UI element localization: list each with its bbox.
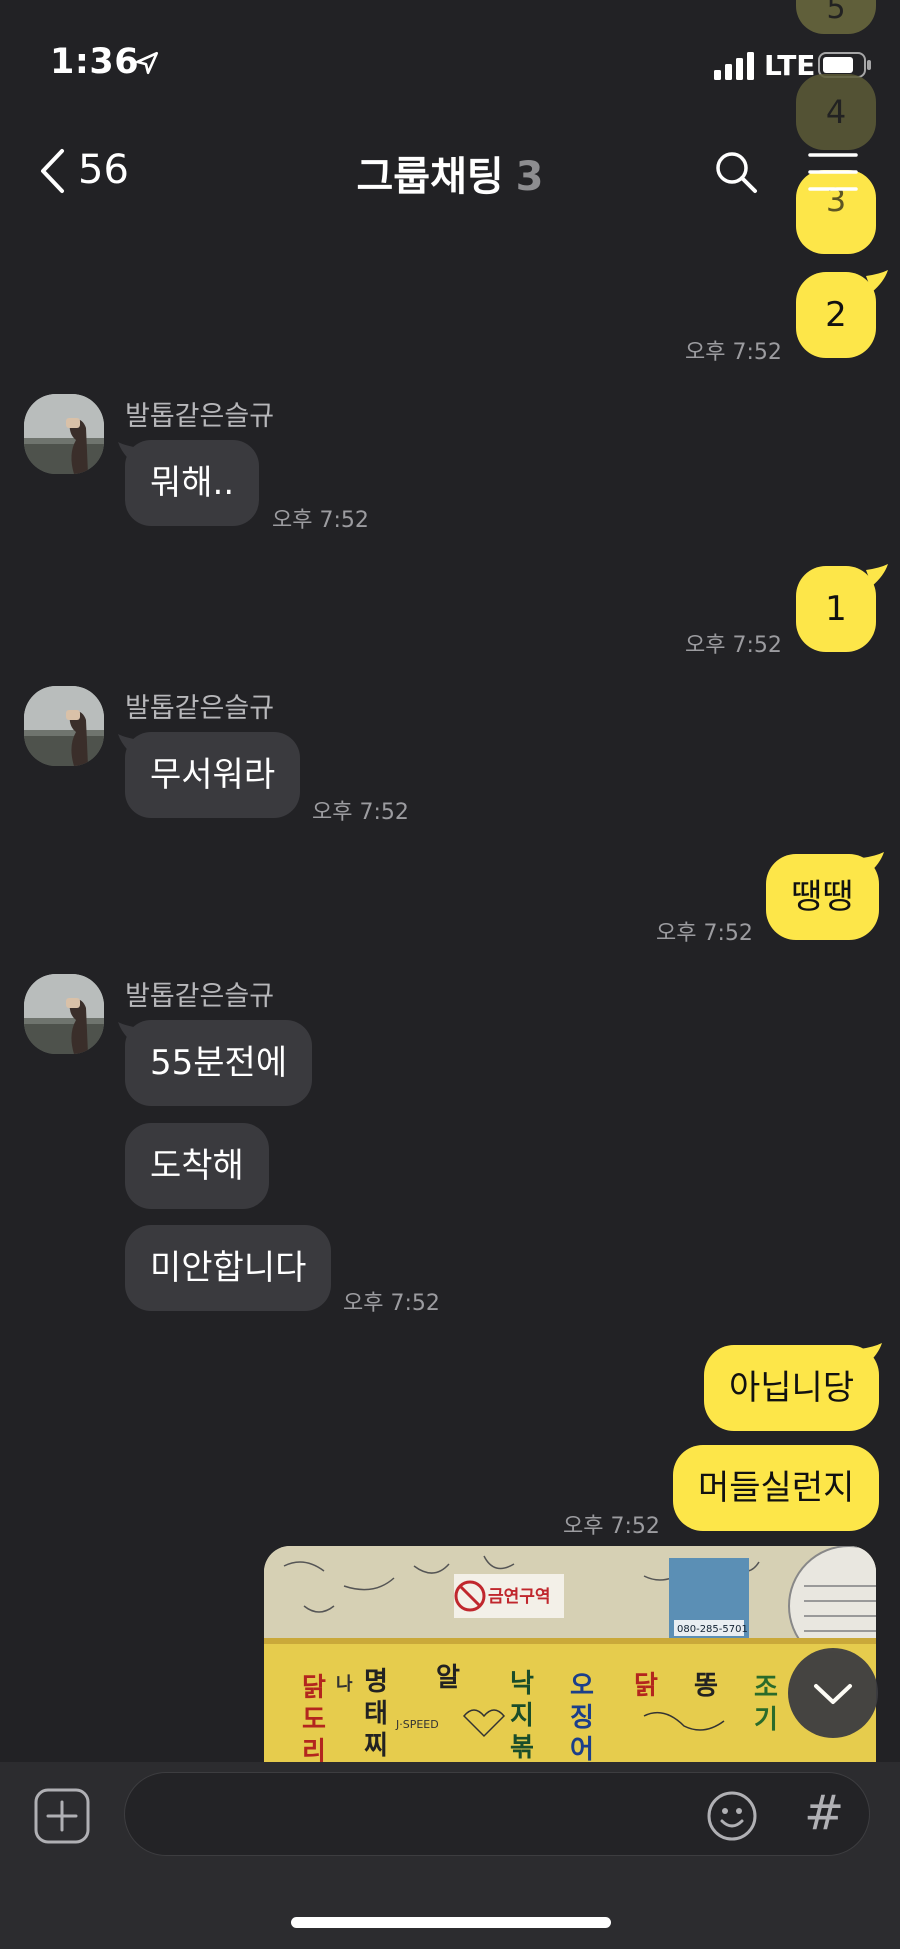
sign-char: 오 [570, 1671, 594, 1701]
sign-char: 조 [754, 1673, 778, 1703]
sign-char: 알 [436, 1663, 460, 1693]
incoming-bubble[interactable]: 무서워라 [125, 732, 301, 818]
sender-name: 발톱같은슬규 [125, 693, 275, 724]
bubble-tail [862, 852, 884, 874]
chat-title: 그룹채팅 3 [356, 154, 544, 200]
message-time: 오후 7:52 [685, 633, 782, 658]
avatar-photo [24, 394, 104, 474]
search-icon[interactable] [714, 150, 758, 194]
message-time: 오후 7:52 [343, 1291, 440, 1316]
avatar[interactable] [24, 686, 104, 766]
hash-icon[interactable]: # [804, 1785, 844, 1841]
signal-icon [714, 52, 754, 80]
phone-text: 080-285-5701 [677, 1624, 748, 1635]
outgoing-bubble[interactable]: 아닙니당 [704, 1345, 880, 1431]
sign-char: 태 [364, 1699, 388, 1729]
peek-bubble: 5 [796, 0, 876, 34]
graffiti-text: J·SPEED [395, 1718, 439, 1731]
restaurant-sign-photo: 금연구역 080-285-5701 닭 도 리 나 명 태 찌 알 낙 지 볶 … [264, 1546, 876, 1764]
no-smoking-text: 금연구역 [488, 1587, 551, 1607]
sign-char: 낙 [510, 1669, 534, 1699]
bubble-tail [860, 1343, 882, 1365]
sign-char: 볶 [510, 1733, 534, 1763]
avatar-photo [24, 686, 104, 766]
menu-icon[interactable] [808, 152, 858, 192]
sign-char: 징 [570, 1703, 594, 1733]
avatar[interactable] [24, 394, 104, 474]
emoji-icon[interactable] [706, 1790, 758, 1842]
avatar-photo [24, 974, 104, 1054]
sign-char: 명 [364, 1667, 388, 1697]
message-input[interactable] [153, 1773, 697, 1855]
incoming-bubble[interactable]: 도착해 [125, 1123, 269, 1209]
location-arrow-icon [135, 51, 159, 75]
sign-char: 리 [302, 1737, 326, 1764]
outgoing-bubble[interactable]: 머들실런지 [673, 1445, 880, 1531]
network-type: LTE [764, 49, 816, 82]
sign-char: 똥 [694, 1671, 718, 1701]
status-time: 1:36 [50, 42, 140, 82]
message-time: 오후 7:52 [272, 508, 369, 533]
home-indicator[interactable] [291, 1917, 611, 1928]
sign-char: 찌 [364, 1731, 388, 1761]
sign-char: 닭 [302, 1673, 326, 1703]
sender-name: 발톱같은슬규 [125, 981, 275, 1012]
chevron-down-icon [814, 1684, 852, 1704]
outgoing-bubble[interactable]: 2 [796, 272, 876, 358]
bubble-tail [866, 564, 888, 586]
sign-char: 기 [754, 1705, 778, 1735]
sign-char: 도 [302, 1705, 326, 1735]
message-time: 오후 7:52 [563, 1514, 660, 1539]
outgoing-bubble[interactable]: 1 [796, 566, 876, 652]
sign-char: 어 [570, 1735, 594, 1764]
message-time: 오후 7:52 [685, 340, 782, 365]
sign-char: 지 [510, 1701, 534, 1731]
avatar[interactable] [24, 974, 104, 1054]
message-time: 오후 7:52 [312, 800, 409, 825]
bubble-tail [866, 270, 888, 292]
plus-icon[interactable] [34, 1788, 90, 1844]
incoming-bubble[interactable]: 미안합니다 [125, 1225, 332, 1311]
incoming-bubble[interactable]: 55분전에 [125, 1020, 313, 1106]
incoming-bubble[interactable]: 뭐해.. [125, 440, 260, 526]
photo-message[interactable]: 금연구역 080-285-5701 닭 도 리 나 명 태 찌 알 낙 지 볶 … [264, 1546, 876, 1764]
message-input-container [124, 1772, 870, 1856]
peek-bubble: 4 [796, 74, 876, 150]
message-time: 오후 7:52 [656, 921, 753, 946]
member-count: 3 [515, 154, 544, 200]
sender-name: 발톱같은슬규 [125, 401, 275, 432]
sign-char: 닭 [634, 1671, 658, 1701]
scroll-down-button[interactable] [788, 1648, 878, 1738]
sign-char: 나 [336, 1674, 353, 1695]
